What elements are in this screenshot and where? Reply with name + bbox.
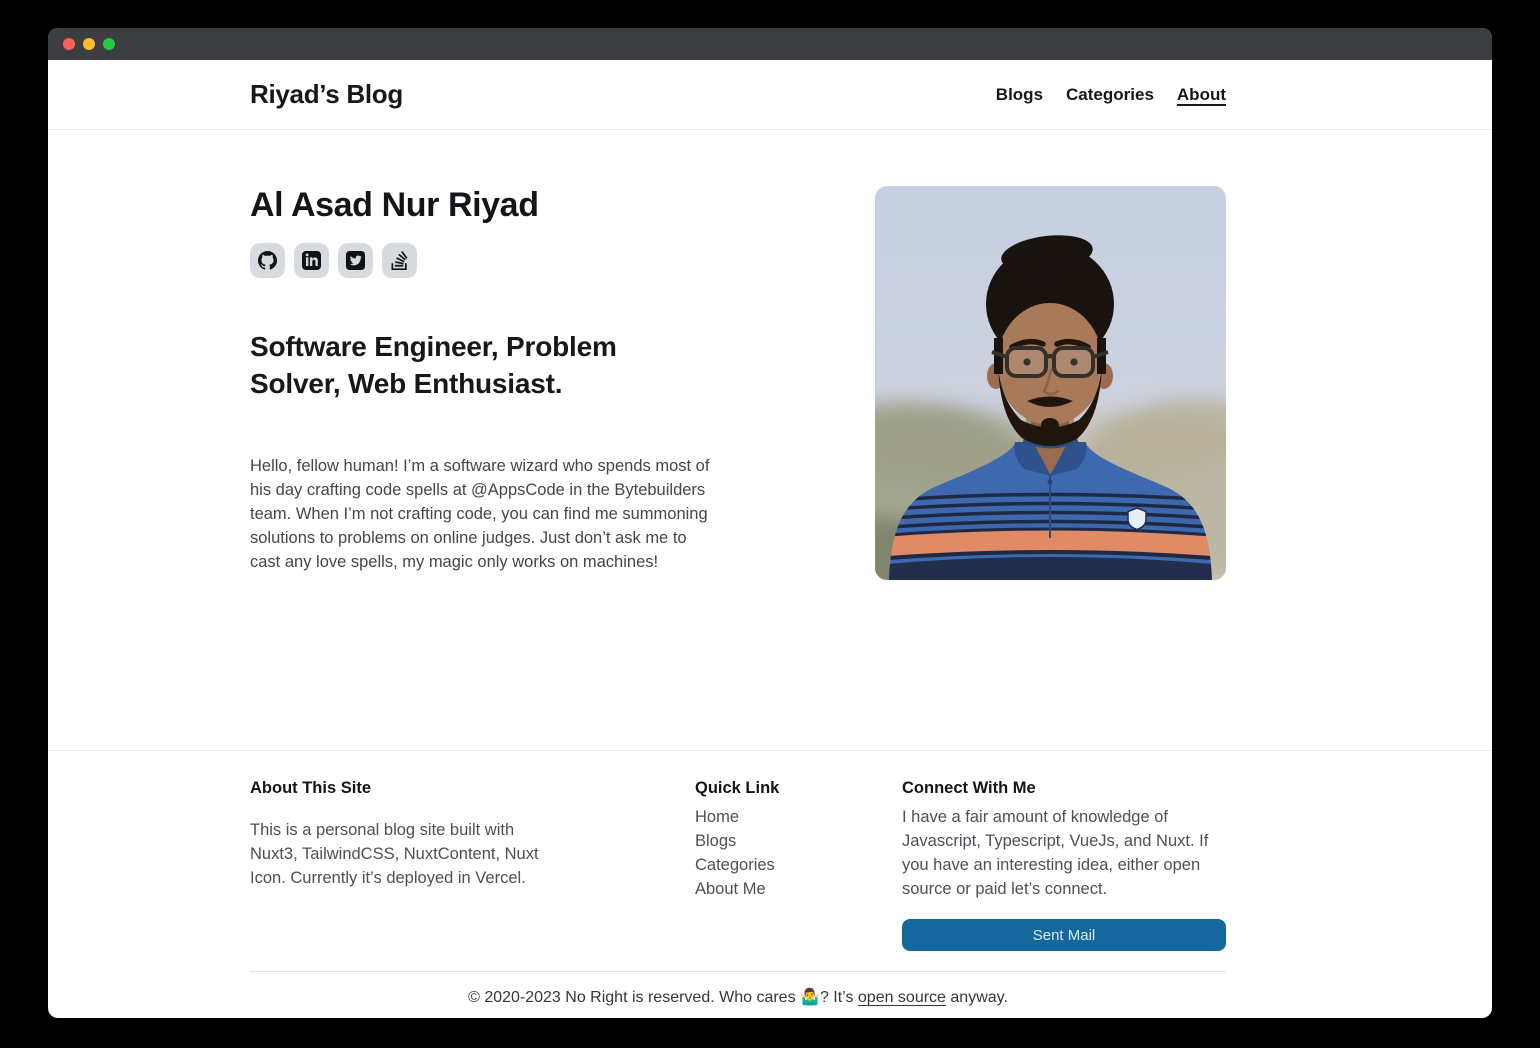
footer-connect-heading: Connect With Me (902, 779, 1226, 798)
window-zoom-button[interactable] (103, 38, 115, 50)
footer-quicklink-heading: Quick Link (695, 779, 845, 798)
site-logo[interactable]: Riyad’s Blog (250, 79, 403, 110)
sent-mail-button[interactable]: Sent Mail (902, 919, 1226, 951)
open-source-link[interactable]: open source (858, 989, 946, 1006)
footer-link-about-me[interactable]: About Me (695, 877, 845, 901)
linkedin-icon (302, 251, 321, 270)
footer-about-heading: About This Site (250, 779, 550, 798)
stackoverflow-icon (390, 251, 409, 270)
github-icon (258, 251, 277, 270)
footer-connect-text: I have a fair amount of knowledge of Jav… (902, 805, 1226, 901)
about-page: Al Asad Nur Riyad Software Engin (48, 130, 1492, 750)
bio-paragraph: Hello, fellow human! I’m a software wiza… (250, 454, 710, 574)
twitter-icon (346, 251, 365, 270)
window-minimize-button[interactable] (83, 38, 95, 50)
nav-link-categories[interactable]: Categories (1066, 85, 1154, 105)
social-links (250, 243, 710, 278)
site-footer: About This Site This is a personal blog … (48, 750, 1492, 1007)
twitter-link[interactable] (338, 243, 373, 278)
site-header: Riyad’s Blog Blogs Categories About (48, 60, 1492, 130)
github-link[interactable] (250, 243, 285, 278)
tagline: Software Engineer, Problem Solver, Web E… (250, 328, 710, 402)
linkedin-link[interactable] (294, 243, 329, 278)
profile-photo (875, 186, 1226, 580)
browser-window: Riyad’s Blog Blogs Categories About Al A… (48, 28, 1492, 1018)
copyright-text: © 2020-2023 No Right is reserved. Who ca… (250, 972, 1226, 1007)
window-titlebar (48, 28, 1492, 60)
footer-link-categories[interactable]: Categories (695, 853, 845, 877)
main-nav: Blogs Categories About (996, 85, 1226, 105)
nav-link-blogs[interactable]: Blogs (996, 85, 1043, 105)
nav-link-about[interactable]: About (1177, 85, 1226, 105)
footer-link-blogs[interactable]: Blogs (695, 829, 845, 853)
window-close-button[interactable] (63, 38, 75, 50)
stackoverflow-link[interactable] (382, 243, 417, 278)
page-title: Al Asad Nur Riyad (250, 186, 710, 225)
footer-about-text: This is a personal blog site built with … (250, 818, 550, 890)
footer-link-home[interactable]: Home (695, 805, 845, 829)
